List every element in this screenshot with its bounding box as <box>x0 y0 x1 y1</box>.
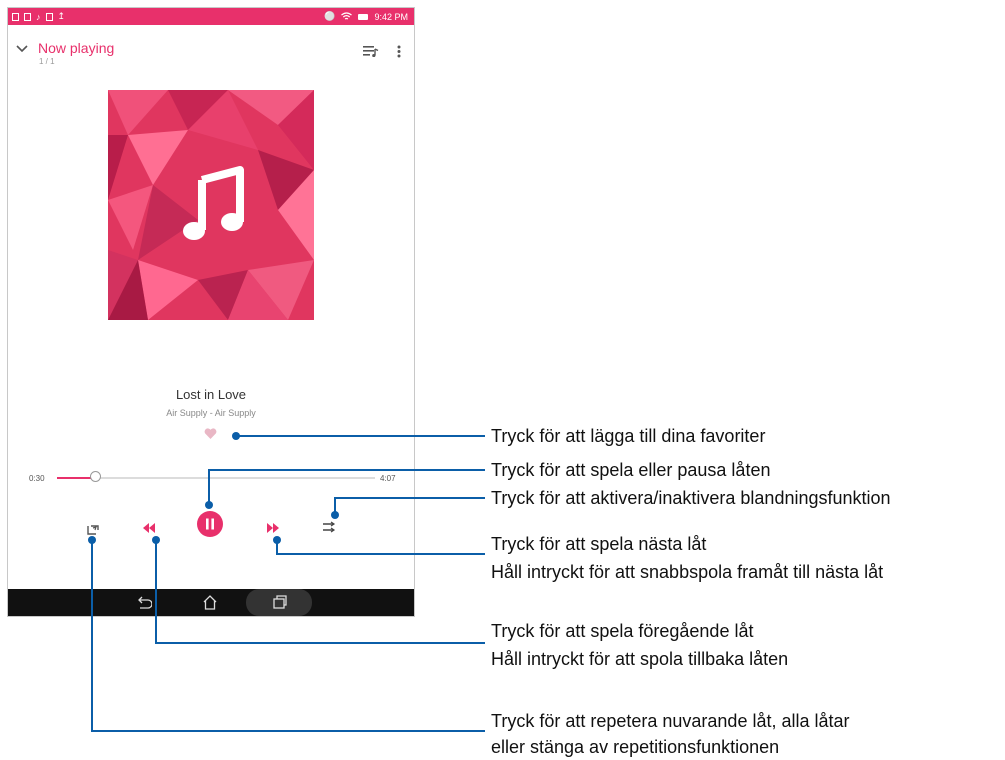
annotation-previous-2: Håll intryckt för att spola tillbaka låt… <box>491 649 789 669</box>
callout-line-previous <box>155 540 485 644</box>
annotation-next-2: Håll intryckt för att snabbspola framåt … <box>491 562 884 582</box>
callout-dot-play-pause <box>205 501 213 509</box>
annotation-favorite: Tryck för att lägga till dina favoriter <box>491 426 766 446</box>
annotation-repeat-2: eller stänga av repetitionsfunktionen <box>491 737 780 757</box>
annotation-shuffle: Tryck för att aktivera/inaktivera blandn… <box>491 488 891 508</box>
callout-line-shuffle <box>334 497 485 515</box>
annotation-next-1: Tryck för att spela nästa låt <box>491 534 707 554</box>
callout-dot-shuffle <box>331 511 339 519</box>
annotation-play-pause: Tryck för att spela eller pausa låten <box>491 460 771 480</box>
callout-line-repeat <box>91 540 485 732</box>
callout-dot-repeat <box>88 536 96 544</box>
annotation-repeat-1: Tryck för att repetera nuvarande låt, al… <box>491 711 850 731</box>
callout-dot-favorite <box>232 432 240 440</box>
callout-line-play-pause <box>208 469 485 505</box>
annotation-previous-1: Tryck för att spela föregående låt <box>491 621 754 641</box>
callout-line-next <box>276 540 485 555</box>
callout-lines <box>88 432 485 732</box>
callout-dot-next <box>273 536 281 544</box>
callout-dot-previous <box>152 536 160 544</box>
